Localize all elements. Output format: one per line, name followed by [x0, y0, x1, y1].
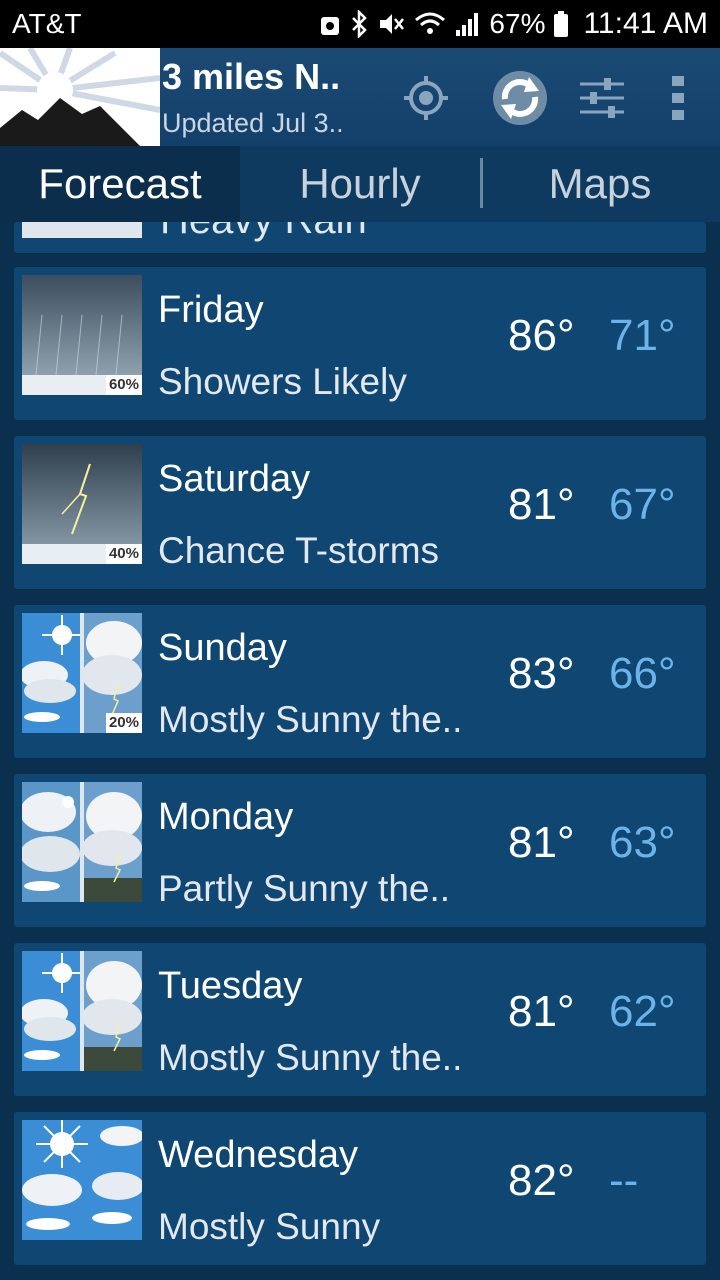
precip-chance: 60% — [105, 375, 142, 395]
bluetooth-icon — [352, 10, 368, 38]
wifi-icon — [415, 12, 446, 34]
rain-icon — [22, 222, 142, 238]
condition-text: Mostly Sunny the.. — [158, 699, 463, 740]
crosshair-locate-icon — [404, 76, 448, 120]
condition-text: Mostly Sunny — [158, 1206, 381, 1247]
notification-icon — [321, 17, 340, 35]
more-vertical-icon — [672, 76, 684, 120]
overflow-menu-button[interactable] — [648, 68, 708, 128]
day-name: Sunday — [158, 627, 287, 669]
low-temp: -- — [609, 1156, 639, 1205]
battery-percent: 67% — [489, 8, 546, 39]
forecast-row[interactable]: Tuesday Mostly Sunny the.. 81° 62° — [14, 943, 706, 1096]
condition-text: Partly Sunny the.. — [158, 868, 451, 909]
low-temp: 63° — [609, 818, 676, 867]
high-temp: 82° — [508, 1156, 575, 1205]
locate-button[interactable] — [396, 68, 456, 128]
mute-icon — [380, 14, 405, 34]
condition-text: Mostly Sunny the.. — [158, 1037, 463, 1078]
refresh-icon — [493, 71, 547, 125]
precip-chance: 40% — [105, 544, 142, 564]
carrier-label: AT&T — [12, 8, 82, 39]
tab-maps[interactable]: Maps — [480, 146, 720, 222]
sun-then-storm-icon — [22, 951, 142, 1071]
thunderstorm-icon: 40% — [22, 444, 142, 564]
high-temp: 86° — [508, 311, 575, 360]
low-temp: 67° — [609, 480, 676, 529]
day-name: Friday — [158, 289, 264, 331]
signal-icon — [456, 13, 479, 36]
forecast-row[interactable]: Wednesday Mostly Sunny 82° -- — [14, 1112, 706, 1265]
rain-icon: 60% — [22, 275, 142, 395]
day-name: Saturday — [158, 458, 311, 500]
forecast-row[interactable]: 40% Saturday Chance T-storms 81° 67° — [14, 436, 706, 589]
status-bar: AT&T 67% 11:41 AM — [0, 0, 720, 48]
high-temp: 81° — [508, 818, 575, 867]
tab-bar: Forecast Hourly Maps — [0, 146, 720, 222]
status-icons: 67% 11:41 AM — [319, 7, 708, 41]
high-temp: 81° — [508, 480, 575, 529]
low-temp: 71° — [609, 311, 676, 360]
partly-sunny-then-storm-icon — [22, 782, 142, 902]
day-name: Wednesday — [158, 1134, 358, 1176]
high-temp: 83° — [508, 649, 575, 698]
condition-text: Chance T-storms — [158, 530, 440, 571]
sliders-icon — [580, 78, 624, 118]
precip-chance: 20% — [105, 713, 142, 733]
clock: 11:41 AM — [583, 7, 708, 40]
updated-timestamp: Updated Jul 3.. — [162, 108, 344, 138]
app-header: 3 miles N.. Updated Jul 3.. — [0, 48, 720, 146]
condition-text: Heavy Rain — [160, 222, 367, 243]
high-temp: 81° — [508, 987, 575, 1036]
location-title[interactable]: 3 miles N.. — [162, 56, 340, 98]
forecast-list[interactable]: Heavy Rain 60% Friday Showers Likely 86°… — [0, 222, 720, 1280]
forecast-row[interactable]: 60% Friday Showers Likely 86° 71° — [14, 267, 706, 420]
forecast-row[interactable]: Monday Partly Sunny the.. 81° 63° — [14, 774, 706, 927]
low-temp: 62° — [609, 987, 676, 1036]
condition-text: Showers Likely — [158, 361, 407, 402]
refresh-button[interactable] — [490, 68, 550, 128]
sun-then-storm-icon: 20% — [22, 613, 142, 733]
low-temp: 66° — [609, 649, 676, 698]
forecast-row-partial[interactable]: Heavy Rain — [14, 222, 706, 253]
settings-sliders-button[interactable] — [572, 68, 632, 128]
forecast-row[interactable]: 20% Sunday Mostly Sunny the.. 83° 66° — [14, 605, 706, 758]
tab-divider — [480, 158, 483, 208]
battery-icon — [554, 11, 569, 37]
tab-forecast[interactable]: Forecast — [0, 146, 240, 222]
app-logo-sun-mountain-icon — [0, 48, 160, 146]
mostly-sunny-icon — [22, 1120, 142, 1240]
day-name: Tuesday — [158, 965, 303, 1007]
tab-hourly[interactable]: Hourly — [240, 146, 480, 222]
day-name: Monday — [158, 796, 294, 838]
